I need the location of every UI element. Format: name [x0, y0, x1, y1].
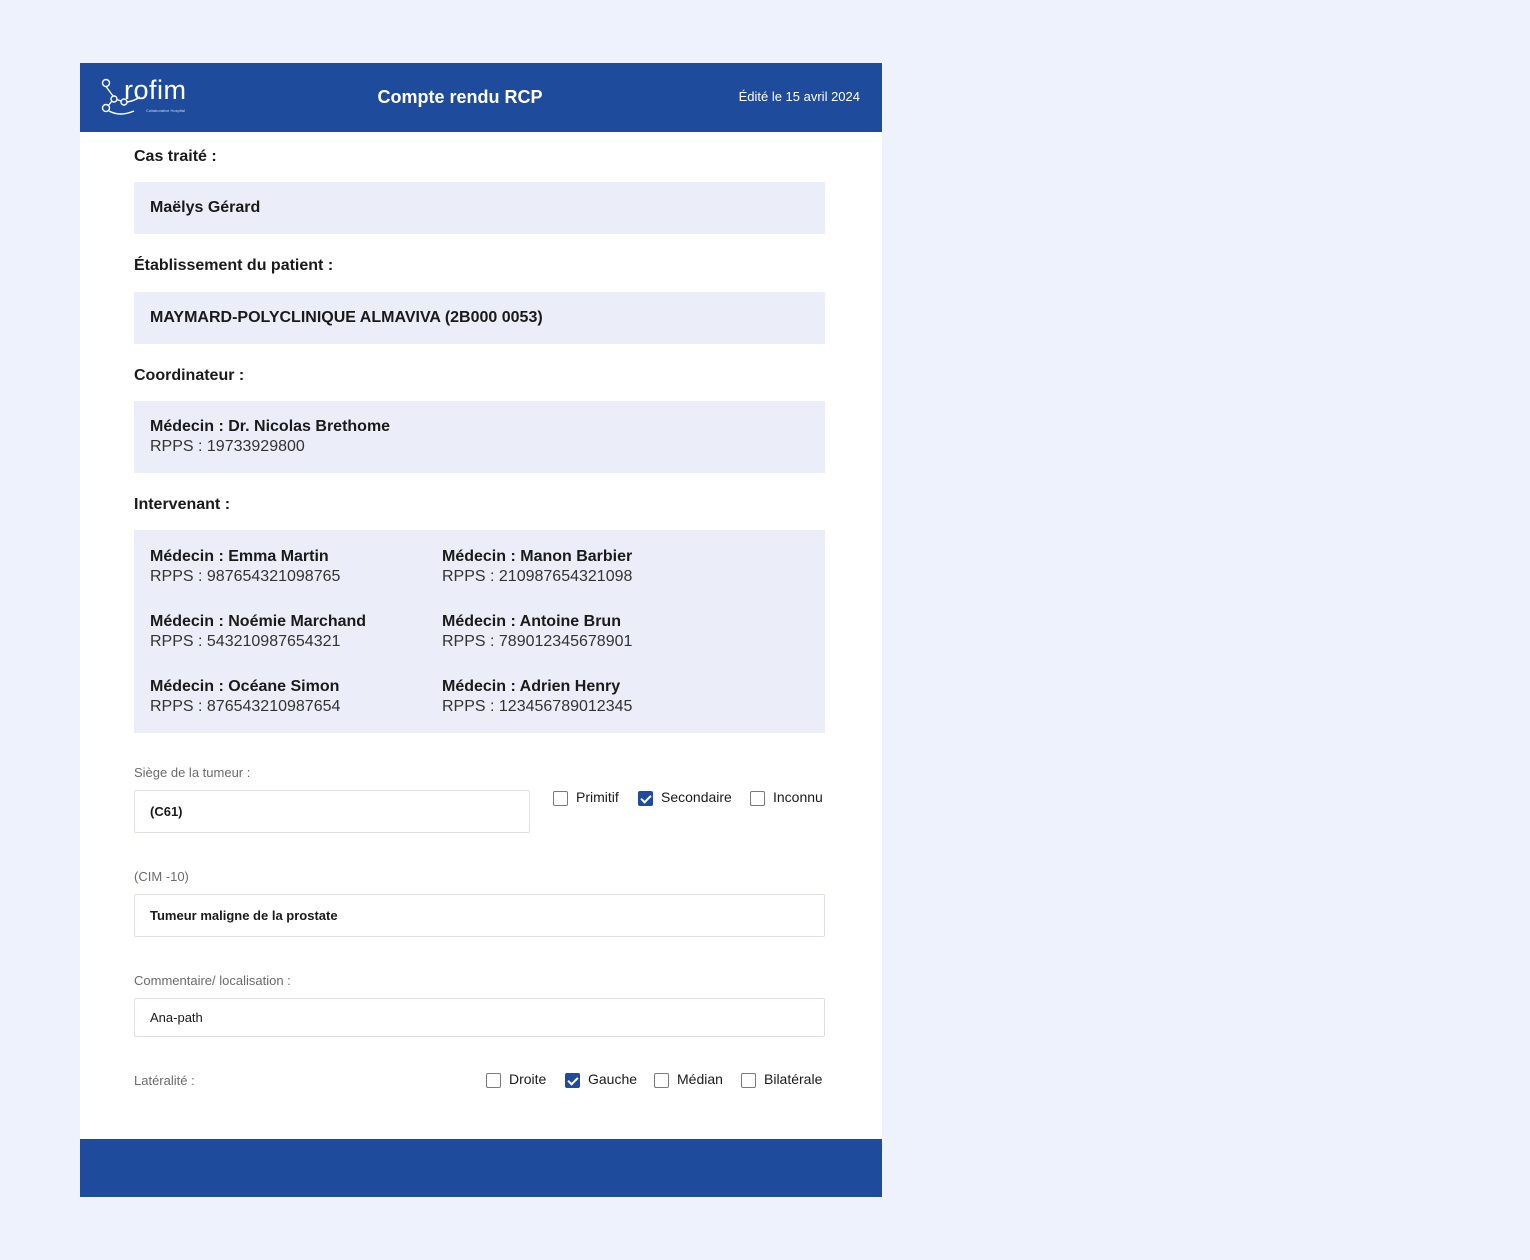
- intervenant-doctor: Médecin : Emma Martin: [150, 548, 329, 565]
- bilaterale-checkbox[interactable]: [741, 1073, 756, 1088]
- report-title: Compte rendu RCP: [377, 87, 543, 107]
- intervenant-card: Médecin : Océane Simon RPPS : 8765432109…: [150, 677, 340, 717]
- tumor-site-field[interactable]: (C61): [134, 790, 530, 833]
- logo-tagline: Collaborative Hospital: [146, 108, 185, 113]
- bilaterale-label: Bilatérale: [764, 1071, 823, 1087]
- primitif-checkbox[interactable]: [553, 791, 568, 806]
- coordinator-panel: Médecin : Dr. Nicolas Brethome RPPS : 19…: [134, 401, 825, 473]
- establishment-name: MAYMARD-POLYCLINIQUE ALMAVIVA (2B000 005…: [150, 309, 543, 326]
- report-document: rofim Collaborative Hospital Compte rend…: [80, 63, 882, 1197]
- intervenant-card: Médecin : Noémie Marchand RPPS : 5432109…: [150, 612, 366, 652]
- coordinator-label: Coordinateur :: [134, 367, 245, 384]
- intervenant-card: Médecin : Adrien Henry RPPS : 1234567890…: [442, 677, 632, 717]
- cim10-field[interactable]: Tumeur maligne de la prostate: [134, 894, 825, 937]
- secondaire-checkbox[interactable]: [638, 791, 653, 806]
- establishment-panel: MAYMARD-POLYCLINIQUE ALMAVIVA (2B000 005…: [134, 292, 825, 344]
- laterality-label: Latéralité :: [134, 1073, 195, 1088]
- tumor-site-value: (C61): [150, 804, 183, 819]
- median-label: Médian: [677, 1071, 723, 1087]
- tumor-site-label: Siège de la tumeur :: [134, 765, 251, 780]
- cim10-value: Tumeur maligne de la prostate: [150, 908, 338, 923]
- coordinator-card: Médecin : Dr. Nicolas Brethome RPPS : 19…: [150, 417, 390, 457]
- gauche-checkbox[interactable]: [565, 1073, 580, 1088]
- inconnu-label: Inconnu: [773, 789, 823, 805]
- report-footer: [80, 1139, 882, 1197]
- droite-label: Droite: [509, 1071, 547, 1087]
- patient-name: Maëlys Gérard: [150, 199, 261, 216]
- case-label: Cas traité :: [134, 148, 217, 165]
- inconnu-checkbox[interactable]: [750, 791, 765, 806]
- intervenant-doctor: Médecin : Antoine Brun: [442, 613, 621, 630]
- secondaire-label: Secondaire: [661, 789, 732, 805]
- intervenant-doctor: Médecin : Adrien Henry: [442, 678, 621, 695]
- intervenant-rpps: RPPS : 987654321098765: [150, 568, 341, 585]
- intervenant-panel: Médecin : Emma Martin RPPS : 98765432109…: [134, 530, 825, 733]
- intervenant-doctor: Médecin : Noémie Marchand: [150, 613, 367, 630]
- gauche-label: Gauche: [588, 1071, 638, 1087]
- intervenant-doctor: Médecin : Manon Barbier: [442, 548, 633, 565]
- intervenant-rpps: RPPS : 210987654321098: [442, 568, 633, 585]
- median-checkbox[interactable]: [654, 1073, 669, 1088]
- comment-label: Commentaire/ localisation :: [134, 973, 291, 988]
- primitif-label: Primitif: [576, 789, 619, 805]
- droite-checkbox[interactable]: [486, 1073, 501, 1088]
- cim10-label: (CIM -10): [134, 869, 189, 884]
- report-header: rofim Collaborative Hospital Compte rend…: [80, 63, 882, 132]
- intervenant-rpps: RPPS : 789012345678901: [442, 633, 633, 650]
- intervenant-card: Médecin : Emma Martin RPPS : 98765432109…: [150, 547, 340, 587]
- coordinator-rpps: RPPS : 19733929800: [150, 438, 305, 455]
- intervenant-card: Médecin : Antoine Brun RPPS : 7890123456…: [442, 612, 632, 652]
- intervenant-rpps: RPPS : 876543210987654: [150, 698, 341, 715]
- comment-value: Ana-path: [150, 1010, 203, 1025]
- intervenant-doctor: Médecin : Océane Simon: [150, 678, 340, 695]
- intervenant-rpps: RPPS : 543210987654321: [150, 633, 341, 650]
- intervenant-card: Médecin : Manon Barbier RPPS : 210987654…: [442, 547, 632, 587]
- case-panel: Maëlys Gérard: [134, 182, 825, 234]
- comment-field[interactable]: Ana-path: [134, 998, 825, 1037]
- coordinator-doctor: Médecin : Dr. Nicolas Brethome: [150, 418, 391, 435]
- establishment-label: Établissement du patient :: [134, 257, 334, 274]
- report-date: Édité le 15 avril 2024: [738, 89, 860, 104]
- intervenant-label: Intervenant :: [134, 496, 231, 513]
- intervenant-rpps: RPPS : 123456789012345: [442, 698, 633, 715]
